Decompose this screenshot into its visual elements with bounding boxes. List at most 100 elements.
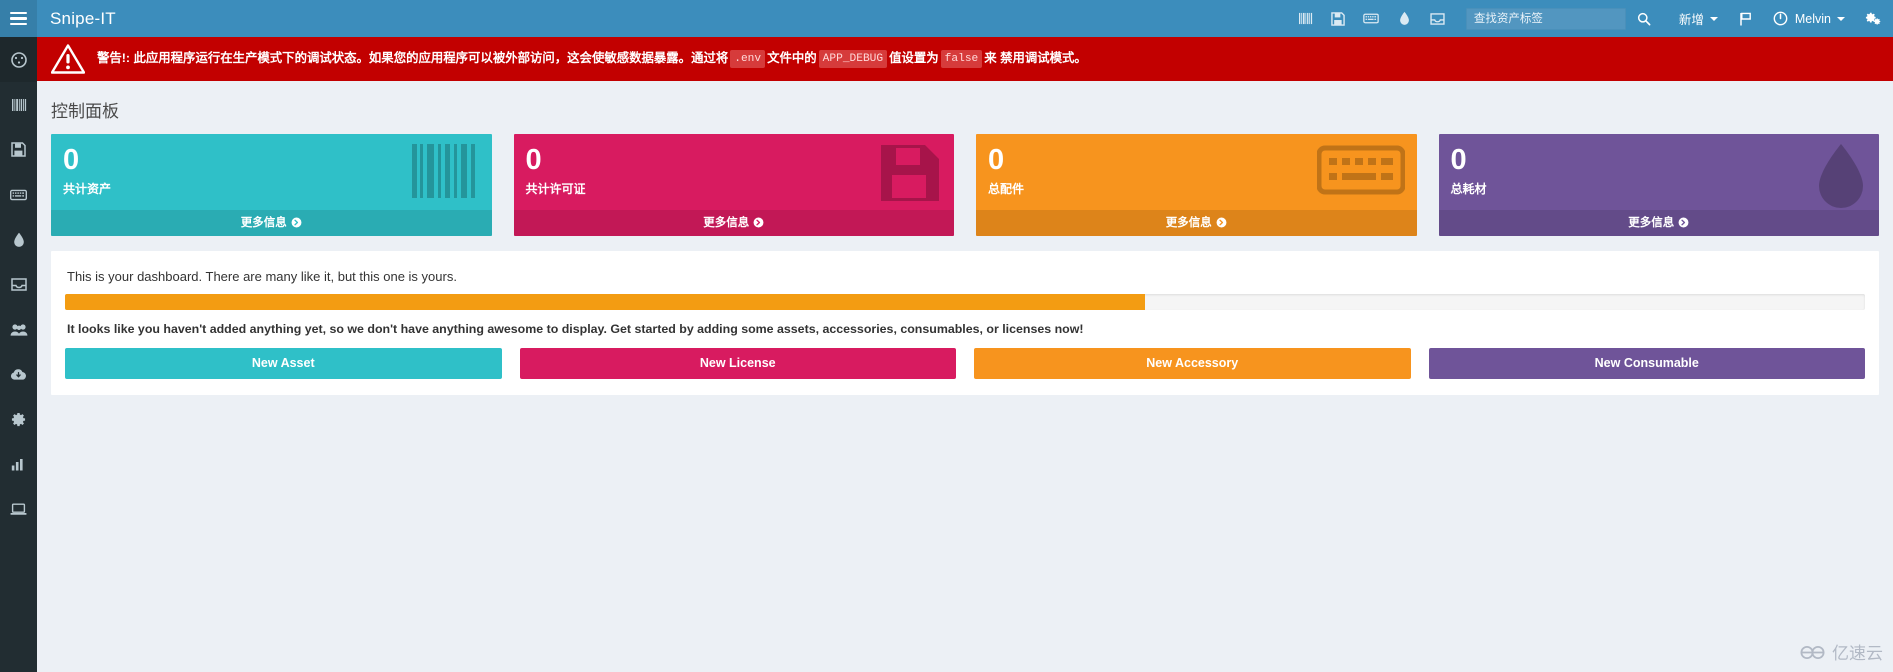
sidebar-item-people[interactable] — [0, 307, 37, 352]
gear-icon — [11, 412, 26, 427]
alert-prefix: 警告!: — [97, 51, 131, 65]
stat-more-info-label: 更多信息 — [240, 217, 287, 230]
create-new-label: 新增 — [1678, 13, 1704, 27]
onboarding-progress-bar — [65, 294, 1145, 311]
create-new-dropdown[interactable]: 新增 — [1668, 0, 1729, 37]
navbar-components-icon[interactable] — [1421, 0, 1454, 37]
bar-chart-icon — [11, 459, 23, 471]
stat-cards-row: 0 共计资产 更多信息 0 共计许可证 更多信息 0 总配件 更多信息 0 总耗… — [37, 134, 1893, 237]
stat-card-body: 0 总耗材 — [1439, 134, 1880, 210]
main-area: Snipe-IT 查找资产标签 新增 Melvin 警告!: 此应用程序运行在生… — [37, 0, 1893, 672]
inbox-icon — [1430, 12, 1445, 25]
brand-title[interactable]: Snipe-IT — [37, 9, 116, 29]
stat-count: 0 — [988, 144, 1005, 176]
stat-label: 总配件 — [988, 182, 1025, 197]
stat-more-info-link[interactable]: 更多信息 — [976, 210, 1417, 237]
navbar-licenses-icon[interactable] — [1322, 0, 1355, 37]
sidebar-item-licenses[interactable] — [0, 127, 37, 172]
hamburger-menu[interactable] — [0, 0, 37, 37]
stat-card-body: 0 共计资产 — [51, 134, 492, 210]
page-title: 控制面板 — [51, 102, 119, 121]
power-icon — [1773, 11, 1788, 26]
navbar-right: 新增 Melvin — [1289, 0, 1893, 37]
alert-part3: 值设置为 — [889, 51, 939, 65]
barcode-icon — [11, 98, 26, 111]
stat-card-body: 0 共计许可证 — [514, 134, 955, 210]
alert-part2: 文件中的 — [767, 51, 817, 65]
alert-code-app-debug: APP_DEBUG — [818, 49, 888, 69]
chevron-down-icon — [1709, 16, 1718, 21]
stat-more-info-link[interactable]: 更多信息 — [51, 210, 492, 237]
stat-card-accessories: 0 总配件 更多信息 — [976, 134, 1417, 237]
user-name: Melvin — [1794, 11, 1831, 26]
stat-more-info-label: 更多信息 — [1628, 217, 1675, 230]
stat-more-info-link[interactable]: 更多信息 — [1438, 210, 1879, 237]
new-accessory-button[interactable]: New Accessory — [974, 348, 1411, 380]
sidebar — [0, 0, 37, 672]
flag-icon — [1740, 12, 1751, 25]
sidebar-item-reports[interactable] — [0, 442, 37, 487]
dashboard-panel: This is your dashboard. There are many l… — [51, 251, 1879, 396]
stat-more-info-label: 更多信息 — [1165, 217, 1212, 230]
warning-triangle-icon — [51, 44, 85, 74]
sidebar-item-accessories[interactable] — [0, 172, 37, 217]
cloud-download-icon — [10, 369, 27, 380]
stat-card-licenses: 0 共计许可证 更多信息 — [513, 134, 955, 237]
users-icon — [10, 324, 27, 336]
stat-count: 0 — [63, 144, 80, 176]
sidebar-item-settings[interactable] — [0, 397, 37, 442]
new-consumable-button[interactable]: New Consumable — [1428, 348, 1865, 380]
sidebar-item-import[interactable] — [0, 352, 37, 397]
stat-label: 总耗材 — [1450, 182, 1487, 197]
admin-settings-button[interactable] — [1856, 0, 1889, 37]
stat-label: 共计许可证 — [525, 182, 586, 197]
search-button[interactable] — [1626, 7, 1662, 31]
droplet-icon — [13, 232, 24, 247]
stat-count: 0 — [1450, 144, 1467, 176]
dashboard-lead-text: This is your dashboard. There are many l… — [67, 269, 457, 285]
top-navbar: Snipe-IT 查找资产标签 新增 Melvin — [37, 0, 1893, 37]
dashboard-icon — [10, 51, 27, 68]
stat-card-assets: 0 共计资产 更多信息 — [51, 134, 492, 237]
alert-code-env: .env — [730, 49, 766, 69]
sidebar-item-dashboard[interactable] — [0, 37, 37, 82]
navbar-consumables-icon[interactable] — [1388, 0, 1421, 37]
sidebar-item-consumables[interactable] — [0, 217, 37, 262]
watermark-text: 亿速云 — [1832, 644, 1883, 663]
watermark: 亿速云 — [1800, 639, 1883, 664]
page-content: 控制面板 0 共计资产 更多信息 0 共计许可证 更多信息 0 总配件 更多信息… — [37, 81, 1893, 672]
user-menu[interactable]: Melvin — [1762, 0, 1856, 37]
stat-label: 共计资产 — [63, 182, 112, 197]
chevron-down-icon — [1837, 16, 1845, 21]
sidebar-item-requestable[interactable] — [0, 487, 37, 532]
navbar-assets-icon[interactable] — [1289, 0, 1322, 37]
alert-part4: 来 禁用调试模式。 — [984, 51, 1087, 65]
debug-warning-banner: 警告!: 此应用程序运行在生产模式下的调试状态。如果您的应用程序可以被外部访问，… — [37, 37, 1893, 81]
stat-more-info-link[interactable]: 更多信息 — [513, 210, 954, 237]
search-icon — [1637, 12, 1651, 25]
floppy-disk-icon — [1331, 11, 1346, 26]
new-asset-button[interactable]: New Asset — [65, 348, 502, 380]
sidebar-item-components[interactable] — [0, 262, 37, 307]
laptop-icon — [10, 503, 27, 515]
cloud-logo-icon — [1800, 646, 1825, 659]
navbar-accessories-icon[interactable] — [1355, 0, 1388, 37]
keyboard-icon — [1363, 13, 1380, 24]
search-input[interactable] — [1465, 7, 1626, 30]
floppy-disk-icon — [11, 142, 26, 157]
language-flag-button[interactable] — [1729, 0, 1762, 37]
search-form — [1465, 7, 1662, 31]
stat-count: 0 — [525, 144, 542, 176]
barcode-icon — [1298, 12, 1312, 25]
sidebar-item-assets[interactable] — [0, 82, 37, 127]
app-root: Snipe-IT 查找资产标签 新增 Melvin 警告!: 此应用程序运行在生… — [0, 0, 1893, 672]
gears-icon — [1865, 12, 1880, 25]
onboarding-progress — [65, 294, 1865, 311]
stat-card-body: 0 总配件 — [976, 134, 1417, 210]
empty-state-message: It looks like you haven't added anything… — [67, 322, 1084, 337]
inbox-icon — [10, 278, 27, 291]
new-license-button[interactable]: New License — [519, 348, 956, 380]
debug-warning-text: 警告!: 此应用程序运行在生产模式下的调试状态。如果您的应用程序可以被外部访问，… — [97, 49, 1087, 69]
circle-arrow-right-icon — [1678, 217, 1689, 231]
circle-arrow-right-icon — [291, 217, 302, 231]
